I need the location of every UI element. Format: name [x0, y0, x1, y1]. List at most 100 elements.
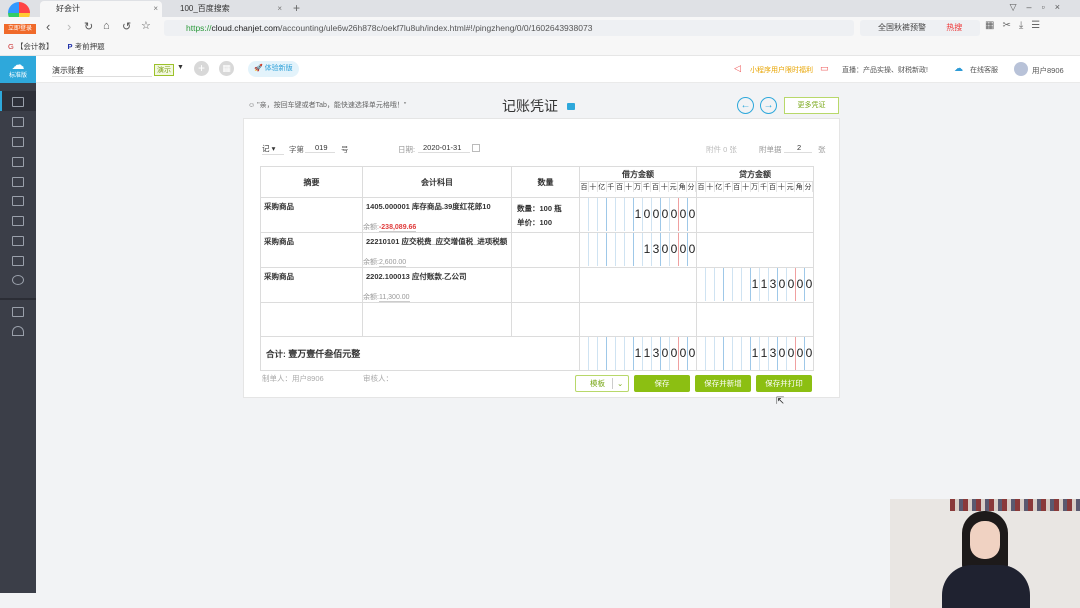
url-input[interactable]: https://cloud.chanjet.com/accounting/ule… [164, 20, 854, 36]
date-input[interactable]: 2020-01-31 [418, 143, 470, 153]
hot-label: 热搜 [946, 23, 963, 32]
table-row: 采购商品 2202.100013 应付账款.乙公司 余额:11,300.00 11… [260, 267, 814, 303]
credit-cell[interactable]: 1130000 [696, 267, 814, 303]
live-link[interactable]: 直播：产品实操、财税新政! [842, 65, 928, 75]
new-tab-icon[interactable]: + [293, 1, 300, 15]
account-cell[interactable] [362, 302, 512, 337]
seq-input[interactable]: 019 [305, 143, 335, 153]
qty-cell[interactable] [511, 302, 580, 337]
calendar-icon[interactable] [472, 144, 480, 152]
window-controls[interactable]: ▽–▫× [1010, 2, 1070, 13]
close-icon[interactable]: × [277, 1, 282, 16]
login-badge[interactable]: 立即登录 [4, 24, 36, 34]
attachment-link[interactable]: 附件 0 张 [706, 144, 737, 155]
star-icon[interactable]: ☆ [141, 19, 151, 32]
sidebar-item-speed[interactable] [12, 326, 24, 336]
summary-cell[interactable] [260, 302, 363, 337]
debit-cell[interactable]: 130000 [579, 232, 697, 268]
sidebar-item-calendar[interactable] [12, 177, 24, 187]
qty-cell[interactable] [511, 267, 580, 303]
credit-cell[interactable] [696, 232, 814, 268]
sidebar-item-cash[interactable] [12, 236, 24, 246]
back-icon[interactable]: ‹ [46, 19, 50, 34]
account-cell[interactable]: 22210101 应交税费_应交增值税_进项税额 余额:2,600.00 [362, 232, 512, 268]
grid-icon[interactable]: ▦ [219, 61, 234, 76]
person-body [942, 565, 1030, 608]
debit-cell[interactable]: 1000000 [579, 197, 697, 233]
chevron-down-icon[interactable]: ⌄ [612, 378, 623, 389]
debit-cell[interactable] [579, 267, 697, 303]
more-vouchers-button[interactable]: 更多凭证 [784, 97, 839, 114]
digit-cell: 0 [679, 233, 688, 266]
tab-baidu[interactable]: 100_百度搜索 × [164, 1, 286, 17]
forward-icon[interactable]: › [67, 19, 71, 34]
account-cell[interactable]: 1405.000001 库存商品.39度红花郎10 余额:-238,089.66 [362, 197, 512, 233]
template-button[interactable]: 模板 ⌄ [575, 375, 629, 392]
summary-cell[interactable]: 采购商品 [260, 197, 363, 233]
bookshelf [950, 499, 1080, 511]
sidebar-item-docs[interactable] [12, 196, 24, 206]
sidebar-item-ledger[interactable] [12, 117, 24, 127]
digit-unit: 角 [678, 182, 688, 192]
amount-digits: 1000000 [580, 198, 696, 231]
sidebar-item-video[interactable] [12, 307, 24, 317]
sidebar-item-report[interactable] [12, 137, 24, 147]
prev-voucher-button[interactable]: ← [737, 97, 754, 114]
digit-cell: 0 [805, 346, 813, 360]
new-version-button[interactable]: 🚀 体验新版 [248, 61, 299, 77]
address-toolbar: ‹ › ↻ ⌂ ↺ ☆ https://cloud.chanjet.com/ac… [0, 17, 1080, 38]
digit-cell: 0 [679, 198, 688, 231]
save-new-button[interactable]: 保存并新增 [695, 375, 751, 392]
summary-text: 采购商品 [264, 272, 294, 281]
avatar[interactable] [1014, 62, 1028, 76]
account-cell[interactable]: 2202.100013 应付账款.乙公司 余额:11,300.00 [362, 267, 512, 303]
docs-input[interactable]: 2 [784, 143, 812, 153]
digit-cell: 1 [760, 268, 769, 301]
account-select[interactable]: 演示账套 [52, 65, 152, 77]
home-icon[interactable]: ⌂ [103, 20, 110, 32]
browser-search[interactable]: 全国秋裤预警 热搜 [860, 20, 980, 36]
digit-cell: 0 [805, 277, 813, 291]
add-icon[interactable]: + [194, 61, 209, 76]
service-link[interactable]: 在线客服 [970, 65, 998, 75]
summary-cell[interactable]: 采购商品 [260, 232, 363, 268]
sidebar-item-tax[interactable] [12, 216, 24, 226]
qty-cell[interactable]: 数量：100 瓶单价：100 [511, 197, 580, 233]
bookmark-item[interactable]: 【会计教】 [16, 42, 54, 51]
next-voucher-button[interactable]: → [760, 97, 777, 114]
summary-cell[interactable]: 采购商品 [260, 267, 363, 303]
balance-value: 11,300.00 [378, 294, 410, 302]
bookmark-icon: G [8, 42, 14, 51]
sidebar-item-assets[interactable] [12, 157, 24, 167]
camera-icon[interactable] [567, 103, 575, 110]
url-path: /accounting/ule6w26h878c/oekf7lu8uh/inde… [280, 23, 593, 33]
save-button[interactable]: 保存 [634, 375, 690, 392]
sidebar-item-search[interactable] [12, 256, 24, 266]
promo-link[interactable]: 小程序用户限时福利 [750, 65, 813, 75]
app-logo[interactable]: ☁ 标准版 [0, 56, 36, 83]
debit-cell[interactable] [579, 302, 697, 337]
sidebar-divider [0, 298, 36, 300]
digit-unit: 十 [777, 182, 787, 192]
chevron-down-icon[interactable]: ▼ [177, 64, 184, 71]
close-icon[interactable]: × [153, 1, 158, 16]
qty-cell[interactable] [511, 232, 580, 268]
credit-cell[interactable] [696, 302, 814, 337]
summary-text: 采购商品 [264, 202, 294, 211]
undo-icon[interactable]: ↺ [122, 20, 131, 33]
toolbar-icons[interactable]: ▦✂⤓☰ [985, 20, 1048, 31]
digit-unit: 千 [642, 182, 652, 192]
tab-haokuaiji[interactable]: 好会计 × [40, 1, 162, 17]
voucher-type-select[interactable]: 记 ▾ [262, 143, 284, 155]
user-name[interactable]: 用户8906 [1032, 65, 1064, 76]
docs-label: 附单据 [759, 145, 782, 154]
bookmark-item[interactable]: 考前押题 [75, 42, 105, 51]
balance-value: -238,089.66 [378, 224, 417, 232]
save-print-button[interactable]: 保存并打印 [756, 375, 812, 392]
credit-cell[interactable] [696, 197, 814, 233]
col-debit: 借方金额百十亿千百十万千百十元角分 [579, 166, 697, 198]
reload-icon[interactable]: ↻ [84, 20, 93, 33]
digit-unit: 十 [589, 182, 598, 192]
sidebar-item-voucher[interactable] [12, 97, 24, 107]
gear-icon[interactable] [12, 275, 24, 285]
